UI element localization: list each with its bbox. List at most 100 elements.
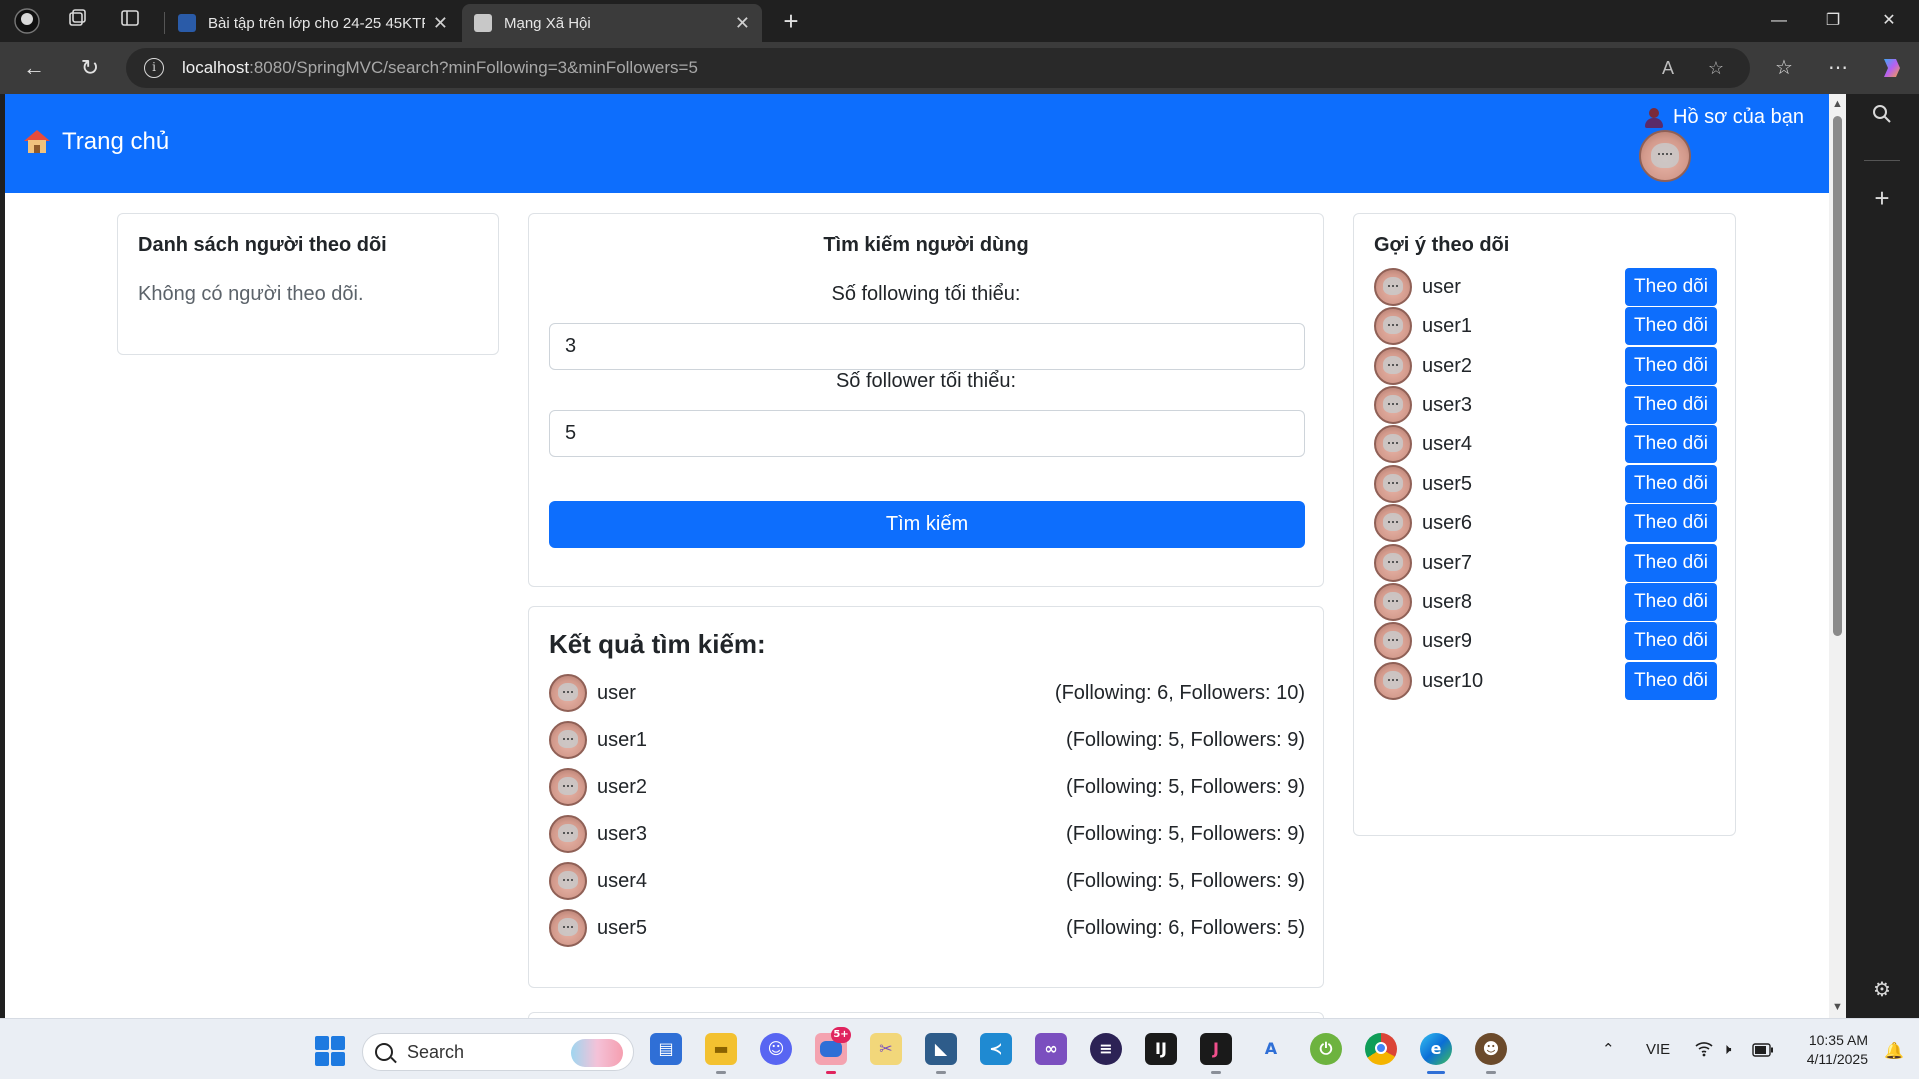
result-row[interactable]: user2 (Following: 5, Followers: 9) [549, 767, 1305, 807]
tab-classroom[interactable]: Bài tập trên lớp cho 24-25 45KTPM ✕ [166, 4, 460, 42]
workspaces-icon[interactable] [64, 8, 90, 34]
game-app-icon[interactable]: ☻ [1475, 1033, 1507, 1065]
close-window-icon[interactable]: ✕ [1866, 6, 1912, 36]
follow-button[interactable]: Theo dõi [1625, 386, 1717, 424]
followers-card: Danh sách người theo dõi Không có người … [117, 213, 499, 355]
copilot-icon[interactable] [1876, 52, 1908, 84]
browser-toolbar: ← ↻ i localhost:8080/SpringMVC/search?mi… [0, 42, 1919, 94]
discord-icon[interactable]: ☺ [760, 1033, 792, 1065]
home-link[interactable]: Trang chủ [24, 128, 169, 156]
follow-button[interactable]: Theo dõi [1625, 307, 1717, 345]
chevron-up-icon[interactable]: ⌃ [1602, 1039, 1615, 1061]
taskbar-search[interactable]: Search [362, 1033, 634, 1071]
spring-icon[interactable]: ⏻ [1310, 1033, 1342, 1065]
clock-date: 4/11/2025 [1806, 1051, 1868, 1067]
translator-icon[interactable]: A [1255, 1033, 1287, 1065]
minimize-icon[interactable]: — [1756, 6, 1802, 36]
tab-social-network[interactable]: Mạng Xã Hội ✕ [462, 4, 762, 42]
new-tab-icon[interactable]: + [776, 6, 806, 36]
scroll-down-icon[interactable]: ▼ [1829, 999, 1846, 1016]
favorite-star-icon[interactable]: ☆ [1704, 56, 1728, 80]
home-label: Trang chủ [62, 128, 170, 155]
read-aloud-icon[interactable]: A [1656, 56, 1680, 80]
avatar [1374, 347, 1412, 385]
page-scrollbar[interactable]: ▲ ▼ [1829, 94, 1846, 1018]
jetbrains-icon[interactable]: J [1200, 1033, 1232, 1065]
result-row[interactable]: user4 (Following: 5, Followers: 9) [549, 861, 1305, 901]
follow-button[interactable]: Theo dõi [1625, 268, 1717, 306]
profile-avatar-icon[interactable] [14, 8, 40, 34]
follow-button[interactable]: Theo dõi [1625, 544, 1717, 582]
wifi-icon[interactable] [1694, 1039, 1714, 1064]
result-row[interactable]: user5 (Following: 6, Followers: 5) [549, 908, 1305, 948]
search-title: Tìm kiếm người dùng [823, 234, 1029, 256]
avatar [1374, 268, 1412, 306]
search-button[interactable]: Tìm kiếm [549, 501, 1305, 548]
min-followers-input[interactable]: 5 [549, 410, 1305, 457]
restore-icon[interactable]: ❐ [1810, 6, 1856, 36]
result-row[interactable]: user (Following: 6, Followers: 10) [549, 673, 1305, 713]
tab-separator [164, 12, 165, 34]
site-info-icon[interactable]: i [144, 58, 164, 78]
min-following-label: Số following tối thiểu: [831, 283, 1021, 305]
snipping-tool-icon[interactable]: ✂ [870, 1033, 902, 1065]
suggestions-card: Gợi ý theo dõi user Theo dõi user1 Theo … [1353, 213, 1736, 836]
scroll-up-icon[interactable]: ▲ [1829, 96, 1846, 113]
file-explorer-icon[interactable]: ▬ [705, 1033, 737, 1065]
site-favicon-icon [474, 14, 492, 32]
result-stats: (Following: 5, Followers: 9) [1066, 822, 1305, 845]
back-icon[interactable]: ← [18, 52, 50, 84]
running-indicator [1211, 1071, 1221, 1074]
follow-button[interactable]: Theo dõi [1625, 662, 1717, 700]
result-stats: (Following: 6, Followers: 10) [1054, 681, 1305, 704]
vscode-icon[interactable]: ≺ [980, 1033, 1012, 1065]
search-icon [375, 1043, 393, 1061]
language-indicator[interactable]: VIE [1646, 1039, 1670, 1061]
battery-icon[interactable] [1752, 1039, 1774, 1064]
store-icon[interactable]: ▤ [650, 1033, 682, 1065]
intellij-icon[interactable]: IJ [1145, 1033, 1177, 1065]
suggestion-row: user9 Theo dõi [1374, 621, 1717, 661]
follow-button[interactable]: Theo dõi [1625, 622, 1717, 660]
follow-button[interactable]: Theo dõi [1625, 347, 1717, 385]
followers-empty-text: Không có người theo dõi. [138, 283, 364, 305]
close-tab-icon[interactable]: ✕ [735, 13, 750, 34]
running-indicator [826, 1071, 836, 1074]
edge-icon[interactable]: e [1420, 1033, 1452, 1065]
windows-start-icon[interactable] [315, 1036, 345, 1066]
add-sidebar-app-icon[interactable]: + [1868, 184, 1896, 212]
scrollbar-thumb[interactable] [1833, 116, 1842, 636]
vertical-tabs-icon[interactable] [117, 8, 143, 34]
search-icon[interactable] [1868, 104, 1896, 132]
suggestion-row: user Theo dõi [1374, 267, 1717, 307]
visual-studio-icon[interactable]: ∞ [1035, 1033, 1067, 1065]
more-menu-icon[interactable]: ⋯ [1822, 52, 1854, 84]
result-row[interactable]: user3 (Following: 5, Followers: 9) [549, 814, 1305, 854]
favorites-icon[interactable]: ☆ [1768, 52, 1800, 84]
zalo-icon[interactable]: 5+ [815, 1027, 851, 1065]
edge-sidebar: + ⚙ [1846, 94, 1919, 1018]
gear-icon[interactable]: ⚙ [1868, 976, 1896, 1004]
suggestion-username: user9 [1422, 629, 1473, 652]
avatar [1374, 504, 1412, 542]
min-following-input[interactable]: 3 [549, 323, 1305, 370]
system-clock[interactable]: 10:35 AM 4/11/2025 [1790, 1031, 1868, 1069]
suggestion-username: user2 [1422, 354, 1473, 377]
follow-button[interactable]: Theo dõi [1625, 425, 1717, 463]
notification-bell-icon[interactable]: 🔔 [1884, 1041, 1904, 1060]
profile-link[interactable]: Hồ sơ của bạn [1645, 106, 1804, 129]
result-row[interactable]: user1 (Following: 5, Followers: 9) [549, 720, 1305, 760]
avatar[interactable] [1639, 130, 1691, 182]
mysql-workbench-icon[interactable]: ◣ [925, 1033, 957, 1065]
follow-button[interactable]: Theo dõi [1625, 465, 1717, 503]
close-tab-icon[interactable]: ✕ [433, 13, 448, 34]
volume-muted-icon[interactable]: 🕨 [1722, 1039, 1731, 1061]
result-username: user5 [597, 916, 648, 939]
address-bar[interactable]: i localhost:8080/SpringMVC/search?minFol… [126, 48, 1750, 88]
eclipse-icon[interactable]: ≡ [1090, 1033, 1122, 1065]
search-card: Tìm kiếm người dùng Số following tối thi… [528, 213, 1324, 587]
chrome-icon[interactable] [1365, 1033, 1397, 1065]
refresh-icon[interactable]: ↻ [74, 52, 106, 84]
follow-button[interactable]: Theo dõi [1625, 504, 1717, 542]
follow-button[interactable]: Theo dõi [1625, 583, 1717, 621]
